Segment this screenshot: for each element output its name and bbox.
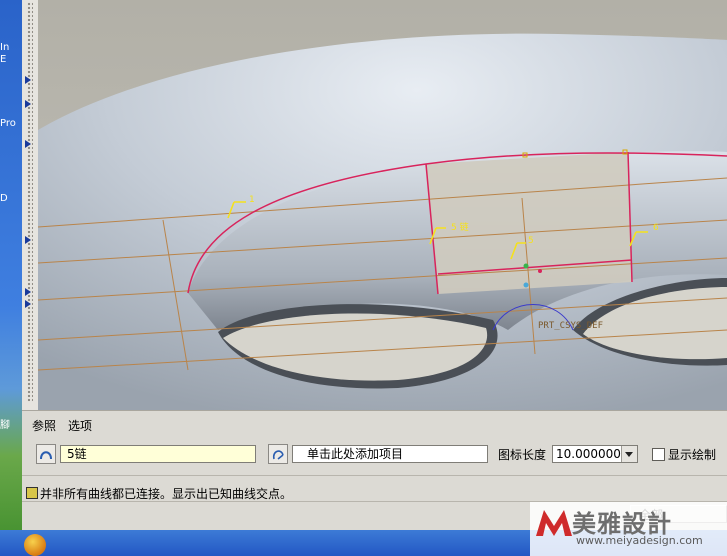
warning-icon: [26, 487, 38, 499]
coordinate-system-label[interactable]: PRT_CSYS_DEF: [538, 321, 603, 331]
desktop-icon-label[interactable]: 腳: [0, 420, 10, 431]
desktop-icon-label[interactable]: E: [0, 54, 6, 65]
model-viewport[interactable]: 1 5 链 6 5 PRT_CSYS_DEF: [38, 0, 727, 410]
desktop-strip: In E Pro D 腳: [0, 0, 22, 556]
grip-dots: [27, 2, 33, 402]
desktop-icon-label[interactable]: In: [0, 42, 9, 53]
curve-tag-1[interactable]: 1: [249, 195, 255, 205]
status-text: 并非所有曲线都已连接。显示出已知曲线交点。: [40, 487, 293, 501]
desktop-icon-label[interactable]: Pro: [0, 118, 16, 129]
icon-length-select[interactable]: 10.000000: [552, 445, 638, 463]
watermark: 美雅設計 www.meiyadesign.com: [530, 502, 727, 556]
torus-model-graphic[interactable]: [38, 0, 727, 410]
curve-tag-6[interactable]: 6: [653, 223, 659, 233]
expand-arrow-icon[interactable]: [25, 300, 31, 308]
expand-arrow-icon[interactable]: [25, 140, 31, 148]
start-button-icon[interactable]: [24, 534, 46, 556]
expand-arrow-icon[interactable]: [25, 288, 31, 296]
show-draw-label: 显示绘制: [668, 448, 717, 462]
chain-icon: [40, 451, 52, 460]
tab-references[interactable]: 参照: [32, 417, 56, 434]
tab-options[interactable]: 选项: [68, 417, 92, 434]
expand-arrow-icon[interactable]: [25, 100, 31, 108]
desktop-icon-label[interactable]: D: [0, 193, 8, 204]
curve-tag-5[interactable]: 5: [528, 236, 534, 246]
add-item-field[interactable]: 单击此处添加项目: [292, 445, 488, 463]
chain-select-button[interactable]: [36, 444, 56, 464]
divider: [22, 475, 727, 476]
status-message: 并非所有曲线都已连接。显示出已知曲线交点。: [26, 485, 292, 502]
icon-length-value: 10.000000: [556, 447, 621, 461]
expand-arrow-icon[interactable]: [25, 236, 31, 244]
watermark-url: www.meiyadesign.com: [576, 534, 703, 547]
curve-tag-5-chain[interactable]: 5 链: [451, 220, 469, 233]
expand-arrow-icon[interactable]: [25, 76, 31, 84]
chain-icon: [272, 450, 284, 460]
icon-length-label: 图标长度: [498, 448, 547, 462]
add-item-chain-button[interactable]: [268, 444, 288, 464]
show-draw-checkbox[interactable]: [652, 448, 665, 461]
chevron-down-icon[interactable]: [621, 446, 637, 462]
brand-logo-icon: [536, 510, 572, 536]
chain-field[interactable]: 5链: [60, 445, 256, 463]
